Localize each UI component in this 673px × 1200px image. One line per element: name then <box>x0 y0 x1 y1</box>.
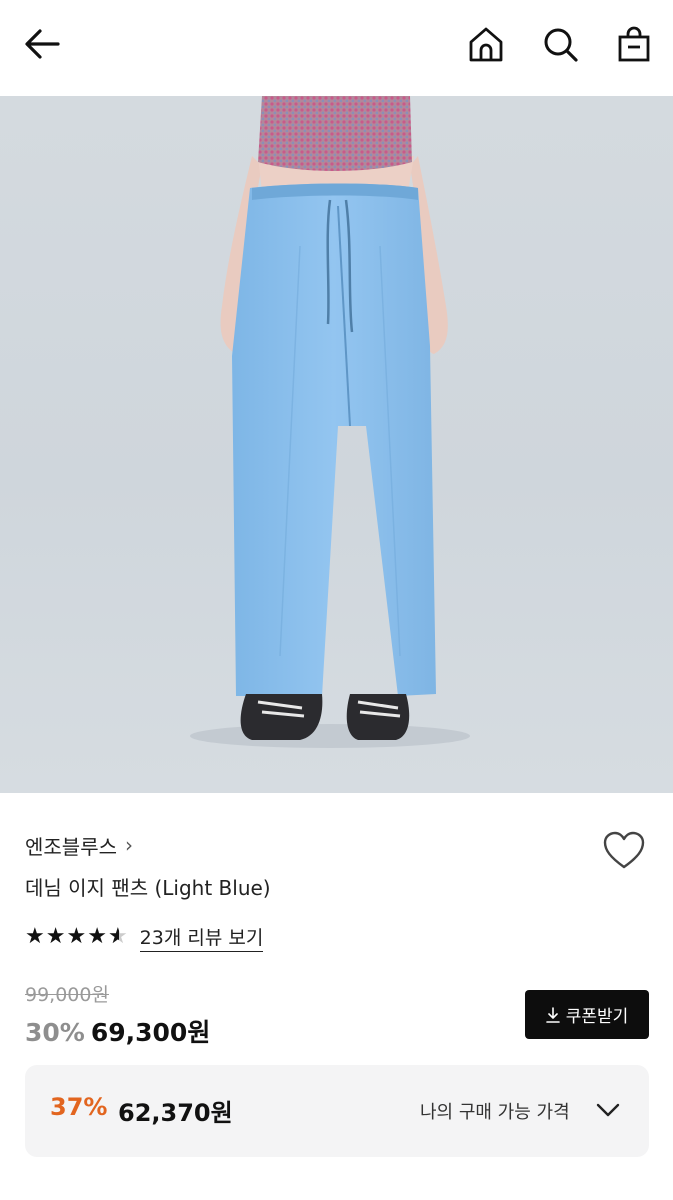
download-icon <box>545 1006 560 1023</box>
product-title: 데님 이지 팬츠 (Light Blue) <box>25 876 271 900</box>
my-price-panel[interactable]: 37% 62,370원 나의 구매 가능 가격 <box>25 1065 649 1157</box>
coupon-button-label: 쿠폰받기 <box>565 1007 629 1027</box>
heart-icon[interactable] <box>600 828 648 872</box>
home-icon[interactable] <box>464 22 508 66</box>
coupon-download-button[interactable]: 쿠폰받기 <box>525 990 649 1039</box>
brand-link[interactable]: 엔조블루스 › <box>25 829 133 861</box>
my-price-value: 62,370원 <box>118 1099 233 1127</box>
half-star-icon: ★ <box>108 926 128 949</box>
sale-price: 69,300원 <box>90 1018 211 1047</box>
chevron-down-icon[interactable] <box>593 1095 623 1125</box>
top-navigation-bar <box>0 0 673 96</box>
search-icon[interactable] <box>538 22 582 66</box>
star-icon: ★ <box>25 924 45 949</box>
discount-percent: 30% <box>25 1018 85 1047</box>
chevron-right-icon: › <box>125 833 133 857</box>
shopping-bag-icon[interactable] <box>612 22 656 66</box>
original-price: 99,000원 <box>25 984 109 1006</box>
rating-stars: ★ ★ ★ ★ ★ <box>25 924 128 949</box>
star-icon: ★ <box>87 924 107 949</box>
my-discount-percent: 37% <box>50 1093 108 1121</box>
brand-name: 엔조블루스 <box>25 834 117 859</box>
rating-row: ★ ★ ★ ★ ★ 23개 리뷰 보기 <box>25 920 264 954</box>
product-image[interactable] <box>0 96 673 793</box>
price-row: 30% 69,300원 <box>25 1013 210 1049</box>
my-price-label: 나의 구매 가능 가격 <box>420 1102 570 1123</box>
star-icon: ★ <box>45 924 66 949</box>
star-icon: ★ <box>66 924 87 949</box>
review-link[interactable]: 23개 리뷰 보기 <box>139 923 264 952</box>
back-arrow-icon[interactable] <box>20 22 64 66</box>
